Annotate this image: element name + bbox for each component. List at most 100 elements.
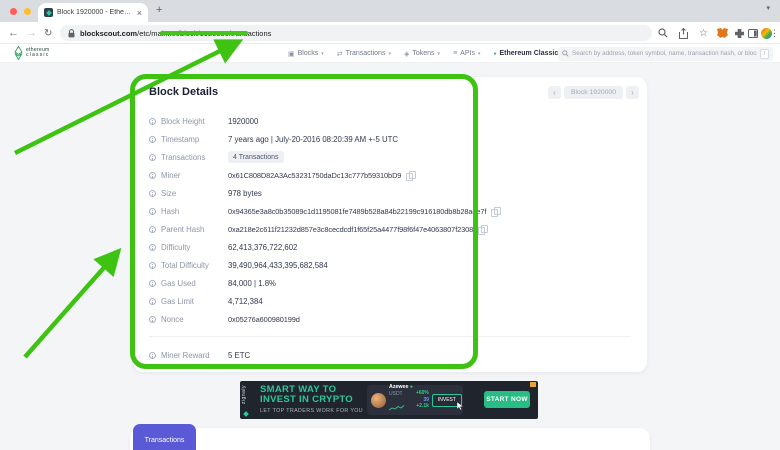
cursor-icon (457, 402, 464, 410)
ethereum-classic-logo[interactable]: ethereum classic (14, 46, 50, 60)
block-hash-value: 0x94365e3a8c0b35089c1d1195081fe7489b528a… (228, 207, 486, 216)
current-block-label: Block 1920000 (564, 86, 623, 99)
main-nav: ▣ Blocks ▾ ⇄ Transactions ▾ ◈ Tokens ▾ ≡… (288, 44, 586, 63)
annotation-arrow-card (25, 254, 116, 357)
transactions-icon: ⇄ (337, 50, 343, 58)
nonce-value: 0x05276a600980199d (228, 315, 300, 324)
apis-icon: ≡ (453, 50, 457, 57)
chrome-menu-icon[interactable]: ⋮ (770, 22, 779, 44)
lock-icon (68, 29, 75, 38)
nav-blocks[interactable]: ▣ Blocks ▾ (288, 50, 324, 58)
chevron-down-icon: ▾ (388, 51, 391, 57)
search-box[interactable]: / (558, 47, 773, 61)
block-height-value: 1920000 (228, 117, 258, 126)
window-minimize-button[interactable] (24, 8, 31, 15)
info-icon (149, 226, 156, 233)
row-transactions: Transactions 4 Transactions (149, 148, 637, 166)
blocks-icon: ▣ (288, 50, 295, 58)
tab-overview-chevron-icon[interactable]: ▾ (766, 4, 770, 12)
info-icon (149, 118, 156, 125)
info-icon (149, 298, 156, 305)
row-timestamp: Timestamp 7 years ago | July-20-2016 08:… (149, 130, 637, 148)
prev-block-button[interactable]: ‹ (548, 86, 561, 99)
forward-button[interactable]: → (26, 22, 37, 44)
browser-tab-title: Block 1920000 - Ethereum Classic (57, 9, 133, 16)
tab-close-icon[interactable]: × (137, 8, 142, 18)
sparkline-icon (389, 405, 405, 411)
search-icon (562, 50, 569, 57)
miner-address-link[interactable]: 0x61C808D82A3Ac53231750daDc13c777b59310b… (228, 171, 401, 180)
url-bar[interactable]: blockscout.com/etc/mainnet/block/1920000… (60, 25, 652, 41)
row-nonce: Nonce 0x05276a600980199d (149, 310, 637, 328)
row-miner-reward: Miner Reward 5 ETC (149, 346, 637, 364)
gas-limit-value: 4,712,384 (228, 297, 263, 306)
side-panel-icon[interactable] (748, 22, 758, 44)
transactions-section-card (130, 428, 650, 450)
row-miner: Miner 0x61C808D82A3Ac53231750daDc13c777b… (149, 166, 637, 184)
info-icon (149, 172, 156, 179)
detail-rows: Block Height 1920000 Timestamp 7 years a… (149, 112, 637, 328)
url-domain: blockscout.com (80, 29, 137, 38)
share-icon[interactable] (679, 22, 688, 44)
zoom-page-icon[interactable] (658, 22, 668, 44)
row-total-difficulty: Total Difficulty 39,490,964,433,395,682,… (149, 256, 637, 274)
logo-line2: classic (26, 53, 50, 59)
copy-icon[interactable] (491, 207, 499, 216)
tab-transactions[interactable]: Transactions (133, 424, 196, 450)
row-difficulty: Difficulty 62,413,376,722,602 (149, 238, 637, 256)
info-icon (149, 352, 156, 359)
ad-headline-2: INVEST IN CRYPTO (260, 395, 363, 405)
metamask-extension-icon[interactable] (717, 22, 728, 44)
search-input[interactable] (572, 50, 757, 57)
info-icon (149, 154, 156, 161)
gas-used-value: 84,000 | 1.8% (228, 279, 276, 288)
browser-toolbar: ← → ↻ ⌂ blockscout.com/etc/mainnet/block… (0, 22, 780, 44)
next-block-button[interactable]: › (626, 86, 639, 99)
nav-apis[interactable]: ≡ APIs ▾ (453, 50, 480, 57)
ad-banner[interactable]: zignaly SMART WAY TO INVEST IN CRYPTO LE… (240, 381, 538, 419)
section-divider (149, 336, 631, 337)
blockscout-favicon-icon (44, 8, 53, 17)
ad-choices-icon[interactable] (530, 382, 536, 387)
block-pagination: ‹ Block 1920000 › (548, 86, 639, 99)
row-block-height: Block Height 1920000 (149, 112, 637, 130)
ad-invest-button[interactable]: INVEST (432, 394, 462, 407)
chevron-down-icon: ▾ (321, 51, 324, 57)
miner-reward-value: 5 ETC (228, 351, 250, 360)
row-gas-used: Gas Used 84,000 | 1.8% (149, 274, 637, 292)
nav-transactions[interactable]: ⇄ Transactions ▾ (337, 50, 391, 58)
chevron-down-icon: ▾ (438, 51, 441, 57)
nav-network-selector[interactable]: ● Ethereum Classic ▾ (493, 50, 563, 57)
ad-start-now-button[interactable]: START NOW (484, 391, 530, 408)
parent-hash-link[interactable]: 0xa218e2c611f21232d857e3c8cecdcdf1f65f25… (228, 225, 473, 234)
total-difficulty-value: 39,490,964,433,395,682,584 (228, 261, 328, 270)
info-icon (149, 190, 156, 197)
network-dot-icon: ● (493, 51, 496, 57)
timestamp-value: 7 years ago | July-20-2016 08:20:39 AM +… (228, 135, 398, 144)
nav-tokens[interactable]: ◈ Tokens ▾ (404, 50, 440, 58)
transactions-count-badge: 4 Transactions (228, 151, 284, 163)
size-value: 978 bytes (228, 189, 262, 198)
back-button[interactable]: ← (8, 22, 19, 44)
browser-tab[interactable]: Block 1920000 - Ethereum Classic × (38, 3, 148, 22)
trader-avatar (371, 393, 386, 408)
search-shortcut-badge: / (760, 49, 769, 59)
copy-icon[interactable] (478, 225, 486, 234)
reload-button[interactable]: ↻ (44, 22, 52, 44)
info-icon (149, 280, 156, 287)
extensions-puzzle-icon[interactable] (735, 22, 744, 44)
ad-subline: LET TOP TRADERS WORK FOR YOU (260, 408, 363, 414)
bookmark-star-icon[interactable]: ☆ (699, 22, 708, 44)
trader-pct: +60% (416, 390, 429, 397)
info-icon (149, 262, 156, 269)
window-close-button[interactable] (10, 8, 17, 15)
chevron-down-icon: ▾ (478, 51, 481, 57)
difficulty-value: 62,413,376,722,602 (228, 243, 297, 252)
new-tab-button[interactable]: + (156, 4, 162, 16)
ad-trader-card: Azewee ● USDT +60% 39 +2.1k INVEST (367, 385, 463, 415)
site-header: ethereum classic ▣ Blocks ▾ ⇄ Transactio… (0, 44, 780, 63)
row-gas-limit: Gas Limit 4,712,384 (149, 292, 637, 310)
block-details-card: Block Details ‹ Block 1920000 › Block He… (133, 77, 647, 372)
row-hash: Hash 0x94365e3a8c0b35089c1d1195081fe7489… (149, 202, 637, 220)
copy-icon[interactable] (406, 171, 414, 180)
